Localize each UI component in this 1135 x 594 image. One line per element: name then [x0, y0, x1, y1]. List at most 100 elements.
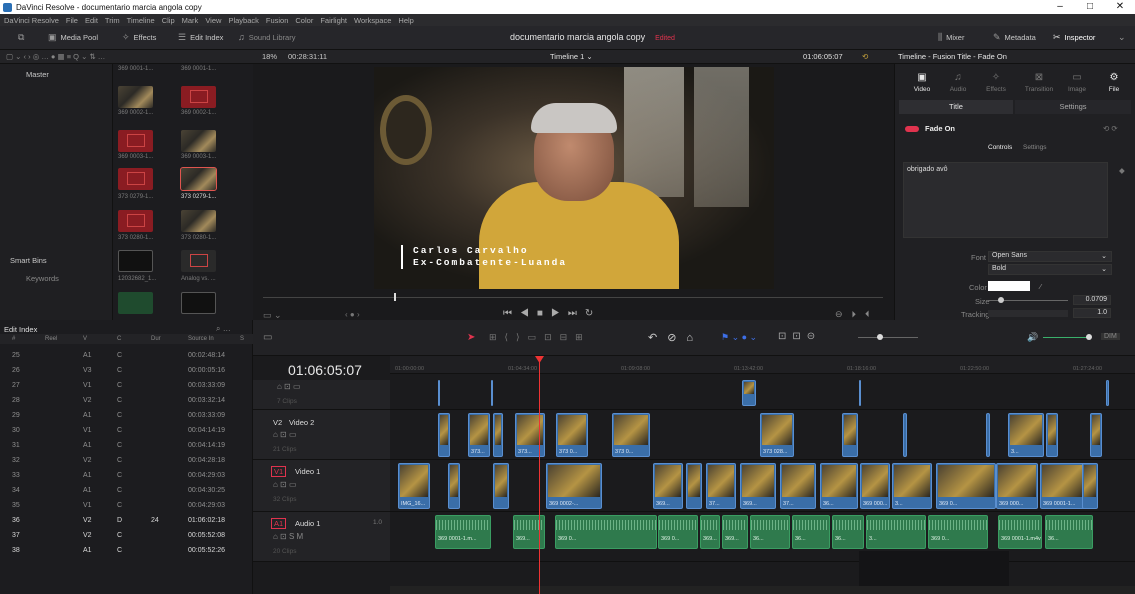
size-slider-handle[interactable]	[998, 297, 1004, 303]
track-controls-icons[interactable]: ⌂ ⊡ S M	[273, 532, 303, 541]
video-clip[interactable]: 369 0002-...	[546, 463, 602, 509]
font-select[interactable]: Open Sans ⌄	[988, 251, 1112, 262]
zoom-view-icons[interactable]: ⊡⊡⊝	[778, 331, 821, 342]
video-clip[interactable]	[491, 380, 493, 406]
video-clip[interactable]: 3...	[892, 463, 932, 509]
video-clip[interactable]: IMG_16...	[398, 463, 430, 509]
menu-item-view[interactable]: View	[205, 16, 221, 25]
track-name[interactable]: Video 2	[289, 418, 314, 427]
menu-item-edit[interactable]: Edit	[85, 16, 98, 25]
menu-item-workspace[interactable]: Workspace	[354, 16, 391, 25]
menu-item-color[interactable]: Color	[295, 16, 313, 25]
edit-index-row[interactable]: 30 V1 C 00:04:14:19	[0, 423, 253, 438]
keywords-bin[interactable]: Keywords	[26, 274, 59, 283]
media-clip-thumbnail[interactable]	[118, 250, 153, 272]
video-clip[interactable]	[493, 463, 509, 509]
video-tab-icon[interactable]: ▣	[907, 72, 937, 83]
subtab-title[interactable]: Title	[899, 100, 1013, 114]
media-clip-thumbnail[interactable]	[118, 130, 153, 152]
play-icon[interactable]: ▶	[551, 308, 568, 319]
video-clip[interactable]: 373...	[515, 413, 545, 457]
tracking-slider[interactable]	[988, 310, 1068, 317]
media-clip-thumbnail[interactable]	[181, 250, 216, 272]
video-clip[interactable]: 369...	[653, 463, 683, 509]
menu-item-clip[interactable]: Clip	[162, 16, 175, 25]
go-to-end-icon[interactable]: ⏭	[568, 308, 585, 319]
selection-tool-icon[interactable]: ➤	[467, 332, 475, 343]
track-id-active[interactable]: V1	[271, 466, 287, 477]
audio-clip[interactable]: 36...	[832, 515, 864, 549]
video-clip[interactable]: 373 028...	[760, 413, 794, 457]
media-clip-thumbnail[interactable]	[181, 210, 216, 232]
media-clip-thumbnail[interactable]	[118, 210, 153, 232]
menu-item-trim[interactable]: Trim	[105, 16, 120, 25]
audio-tab-icon[interactable]: ♫	[943, 72, 973, 83]
audio-clip[interactable]: 369...	[513, 515, 545, 549]
master-bin[interactable]: Master	[26, 70, 49, 79]
track-header-v3[interactable]: ⌂ ⊡ ▭ 7 Clips	[253, 380, 390, 410]
timeline-scrollbar[interactable]	[390, 586, 1135, 594]
inspector-button[interactable]: ✂ Inspector	[1053, 32, 1095, 43]
video-clip[interactable]	[438, 413, 450, 457]
track-header-a1[interactable]: A1 Audio 1 1.0 ⌂ ⊡ S M 20 Clips	[253, 512, 390, 562]
timeline-view-icon[interactable]: ▭	[263, 332, 272, 343]
track-controls-icons[interactable]: ⌂ ⊡ ▭	[273, 480, 297, 489]
tab-transition[interactable]: Transition	[1019, 86, 1059, 93]
eyedropper-icon[interactable]: ⁄	[1040, 282, 1041, 291]
minimize-icon[interactable]: –	[1045, 0, 1075, 14]
video-clip[interactable]	[1082, 463, 1098, 509]
audio-clip[interactable]: 36...	[750, 515, 790, 549]
col-dur[interactable]: Dur	[151, 336, 161, 342]
mixer-button[interactable]: ⫼ Mixer	[938, 32, 964, 43]
video-clip[interactable]: 37...	[780, 463, 816, 509]
viewer-frame[interactable]: Carlos Carvalho Ex-Combatente-Luanda	[374, 67, 774, 289]
edit-index-row[interactable]: 32 V2 C 00:04:28:18	[0, 453, 253, 468]
search-icon[interactable]: ⌕ …	[216, 324, 231, 334]
edit-index-row[interactable]: 38 A1 C 00:05:52:26	[0, 543, 253, 558]
image-tab-icon[interactable]: ▭	[1062, 72, 1092, 83]
fade-on-toggle[interactable]	[905, 126, 919, 132]
video-clip[interactable]	[448, 463, 460, 509]
track-controls-icons[interactable]: ⌂ ⊡ ▭	[273, 430, 297, 439]
media-clip-thumbnail[interactable]	[181, 292, 216, 314]
size-value[interactable]: 0.0709	[1073, 295, 1111, 305]
video-clip[interactable]	[986, 413, 990, 457]
audio-clip[interactable]: 3...	[866, 515, 926, 549]
video-clip[interactable]: 373 0...	[556, 413, 588, 457]
edit-index-button[interactable]: ☰ Edit Index	[178, 32, 223, 43]
video-clip[interactable]: 369 0001-1...	[1040, 463, 1086, 509]
transition-tab-icon[interactable]: ⊠	[1019, 72, 1059, 83]
menu-item-playback[interactable]: Playback	[228, 16, 258, 25]
video-clip[interactable]: 373...	[468, 413, 490, 457]
track-v1[interactable]: IMG_16... 369 0002-... 369... 37... 369... 37…	[390, 460, 1135, 512]
video-clip[interactable]: 369 0...	[936, 463, 996, 509]
track-controls-icons[interactable]: ⌂ ⊡ ▭	[277, 382, 301, 391]
tab-image[interactable]: Image	[1062, 86, 1092, 93]
keyframe-dot-icon[interactable]: ◆	[1119, 166, 1125, 175]
timeline-selector[interactable]: Timeline 1 ⌄	[550, 52, 593, 61]
audio-clip-thumbnail[interactable]	[118, 292, 153, 314]
reset-icons[interactable]: ⟲ ⟳	[1103, 124, 1118, 133]
close-icon[interactable]: ✕	[1105, 0, 1135, 14]
audio-clip[interactable]: 369 0001-1.m4v	[998, 515, 1042, 549]
match-frame-icons[interactable]: ⊖⏵⏴	[835, 309, 879, 320]
zoom-level[interactable]: 18%	[262, 52, 277, 61]
track-v2[interactable]: 373... 373... 373 0... 373 0... 373 028... 3.…	[390, 410, 1135, 460]
edit-index-row[interactable]: 33 A1 C 00:04:29:03	[0, 468, 253, 483]
video-clip[interactable]: 369 000...	[996, 463, 1038, 509]
video-clip[interactable]	[859, 380, 861, 406]
menu-item-file[interactable]: File	[66, 16, 78, 25]
tab-controls-settings[interactable]: Settings	[1023, 144, 1047, 151]
edit-index-row[interactable]: 27 V1 C 00:03:33:09	[0, 378, 253, 393]
speed-icon[interactable]: ⟲	[862, 52, 868, 61]
volume-slider-handle[interactable]	[1086, 334, 1092, 340]
video-clip[interactable]	[686, 463, 702, 509]
video-clip[interactable]	[493, 413, 503, 457]
video-clip[interactable]	[842, 413, 858, 457]
edit-index-row[interactable]: 36 V2 D 24 01:06:02:18	[0, 513, 253, 528]
jog-control-icon[interactable]: ‹ ● ›	[345, 310, 360, 319]
edit-index-row[interactable]: 37 V2 C 00:05:52:08	[0, 528, 253, 543]
col-source-in[interactable]: Source In	[188, 336, 214, 342]
video-clip[interactable]: 369...	[740, 463, 776, 509]
tracking-value[interactable]: 1.0	[1073, 308, 1111, 318]
